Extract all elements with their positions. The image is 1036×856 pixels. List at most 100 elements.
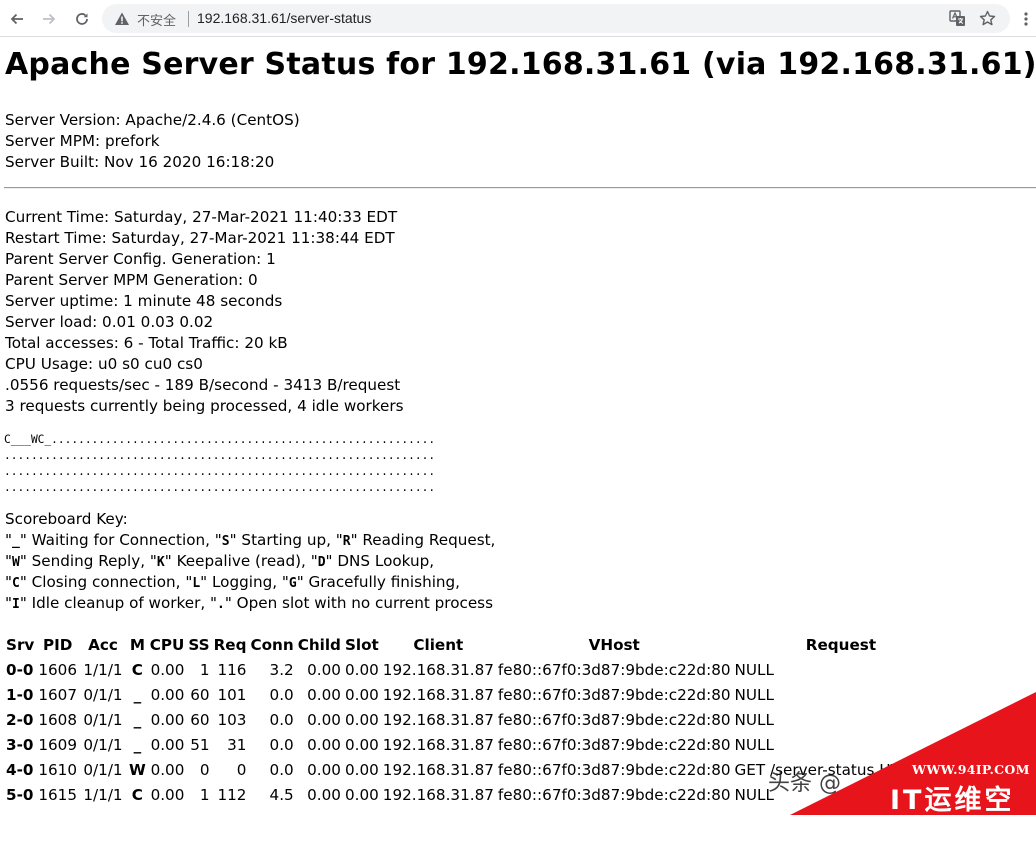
forward-button[interactable] [39,9,59,29]
scoreboard-code: . [217,597,225,612]
column-header: Slot [344,635,379,654]
status-line: CPU Usage: u0 s0 cu0 cs0 [5,355,203,373]
browser-menu-button[interactable] [1018,9,1034,29]
table-row: 0-0 1606 1/1/1 C 0.00 1 116 3.2 0.00 0.00 192.168.… [4,657,949,682]
column-header: VHost [588,635,640,654]
bookmark-star-icon[interactable] [979,10,996,27]
table-cell-child: 0.00 [307,685,341,704]
table-cell-client: 192.168.31.87 [382,685,494,704]
translate-icon[interactable] [949,10,966,27]
status-line: 3 requests currently being processed, 4 … [5,397,404,415]
scoreboard-key-text: " DNS Lookup, [325,552,435,570]
table-cell-vhost: fe80::67f0:3d87:9bde:c22d:80 [497,760,731,779]
arrow-right-icon [43,13,56,25]
table-cell-conn: 4.5 [269,785,294,804]
table-cell-ss: 51 [190,735,210,754]
column-header: M [129,635,145,654]
scoreboard-key-text: " Reading Request, [350,531,496,549]
horizontal-rule [4,187,1036,189]
kebab-menu-icon [1024,12,1028,26]
scoreboard-code: _ [12,534,20,549]
table-cell-client: 192.168.31.87 [382,660,494,679]
table-cell-cpu: 0.00 [150,735,185,754]
table-cell-cpu: 0.00 [150,660,185,679]
table-cell-slot: 0.00 [344,685,379,704]
scoreboard-key-line: "I" Idle cleanup of worker, "." Open slo… [5,593,495,614]
scoreboard-key-text: " Waiting for Connection, " [19,531,222,549]
table-cell-cpu: 0.00 [150,710,185,729]
table-cell-vhost: fe80::67f0:3d87:9bde:c22d:80 [497,735,731,754]
table-cell-m: _ [133,685,142,704]
scoreboard-key-text: " Logging, " [200,573,289,591]
scoreboard-key-text: " [5,552,12,570]
table-cell-srv: 0-0 [6,660,34,679]
table-cell-child: 0.00 [307,785,341,804]
table-cell-slot: 0.00 [344,735,379,754]
column-header: Conn [250,635,294,654]
watermark-source: 头条 @ [768,771,841,796]
table-cell-ss: 1 [199,785,210,804]
table-cell-vhost: fe80::67f0:3d87:9bde:c22d:80 [497,710,731,729]
column-header: Request [805,635,877,654]
table-cell-client: 192.168.31.87 [382,760,494,779]
server-info-line: Server Version: Apache/2.4.6 (CentOS) [5,111,300,129]
scoreboard: C___WC_.................................… [4,433,436,494]
server-info-line: Server Built: Nov 16 2020 16:18:20 [5,153,275,171]
scoreboard-key-heading: Scoreboard Key: [5,510,128,528]
table-cell-client: 192.168.31.87 [382,735,494,754]
status-line: .0556 requests/sec - 189 B/second - 3413… [5,376,401,394]
table-cell-req: 0 [236,760,247,779]
status-line: Server load: 0.01 0.03 0.02 [5,313,214,331]
table-cell-pid: 1608 [38,710,77,729]
table-cell-srv: 2-0 [6,710,34,729]
arrow-left-icon [10,13,23,25]
security-status-label[interactable]: 不安全 [137,10,176,29]
table-cell-req: 116 [217,660,247,679]
scoreboard-key-text: " [5,594,12,612]
table-cell-child: 0.00 [307,760,341,779]
table-cell-vhost: fe80::67f0:3d87:9bde:c22d:80 [497,785,731,804]
status-line: Restart Time: Saturday, 27-Mar-2021 11:3… [5,229,395,247]
table-cell-slot: 0.00 [344,660,379,679]
page-title: Apache Server Status for 192.168.31.61 (… [5,47,1036,82]
table-cell-slot: 0.00 [344,760,379,779]
scoreboard-code: D [317,555,326,570]
server-info-line: Server MPM: prefork [5,132,160,150]
table-cell-conn: 0.0 [269,710,294,729]
scoreboard-code: R [342,534,351,549]
table-cell-m: _ [133,735,142,754]
server-info: Server Version: Apache/2.4.6 (CentOS) Se… [5,110,300,173]
table-cell-m: C [131,785,143,804]
table-cell-pid: 1606 [38,660,77,679]
status-line: Parent Server MPM Generation: 0 [5,271,258,289]
watermark-name: IT运维空间 [890,785,1015,855]
table-cell-conn: 3.2 [269,660,294,679]
table-cell-acc: 0/1/1 [83,710,123,729]
table-cell-conn: 0.0 [269,685,294,704]
reload-button[interactable] [72,9,92,29]
warning-icon[interactable] [114,11,130,27]
scoreboard-key-line: "_" Waiting for Connection, "S" Starting… [5,530,495,551]
scoreboard-key-line: "W" Sending Reply, "K" Keepalive (read),… [5,551,495,572]
table-cell-vhost: fe80::67f0:3d87:9bde:c22d:80 [497,660,731,679]
column-header: CPU [149,635,185,654]
table-cell-pid: 1607 [38,685,77,704]
status-line: Current Time: Saturday, 27-Mar-2021 11:4… [5,208,398,226]
scoreboard-code: G [288,576,297,591]
column-header: SS [188,635,210,654]
address-bar[interactable]: 不安全 192.168.31.61/server-status [102,4,1010,33]
scoreboard-code: S [221,534,230,549]
scoreboard-key-text: " Starting up, " [229,531,343,549]
table-cell-pid: 1615 [38,785,77,804]
status-line: Total accesses: 6 - Total Traffic: 20 kB [5,334,288,352]
table-cell-srv: 5-0 [6,785,34,804]
status-summary: Current Time: Saturday, 27-Mar-2021 11:4… [5,207,404,417]
scoreboard-key-text: " Sending Reply, " [19,552,157,570]
table-cell-vhost: fe80::67f0:3d87:9bde:c22d:80 [497,685,731,704]
back-button[interactable] [7,9,27,29]
table-cell-acc: 0/1/1 [83,735,123,754]
table-cell-client: 192.168.31.87 [382,785,494,804]
url-text[interactable]: 192.168.31.61/server-status [197,10,371,26]
table-cell-ss: 60 [190,710,210,729]
table-cell-srv: 4-0 [6,760,34,779]
